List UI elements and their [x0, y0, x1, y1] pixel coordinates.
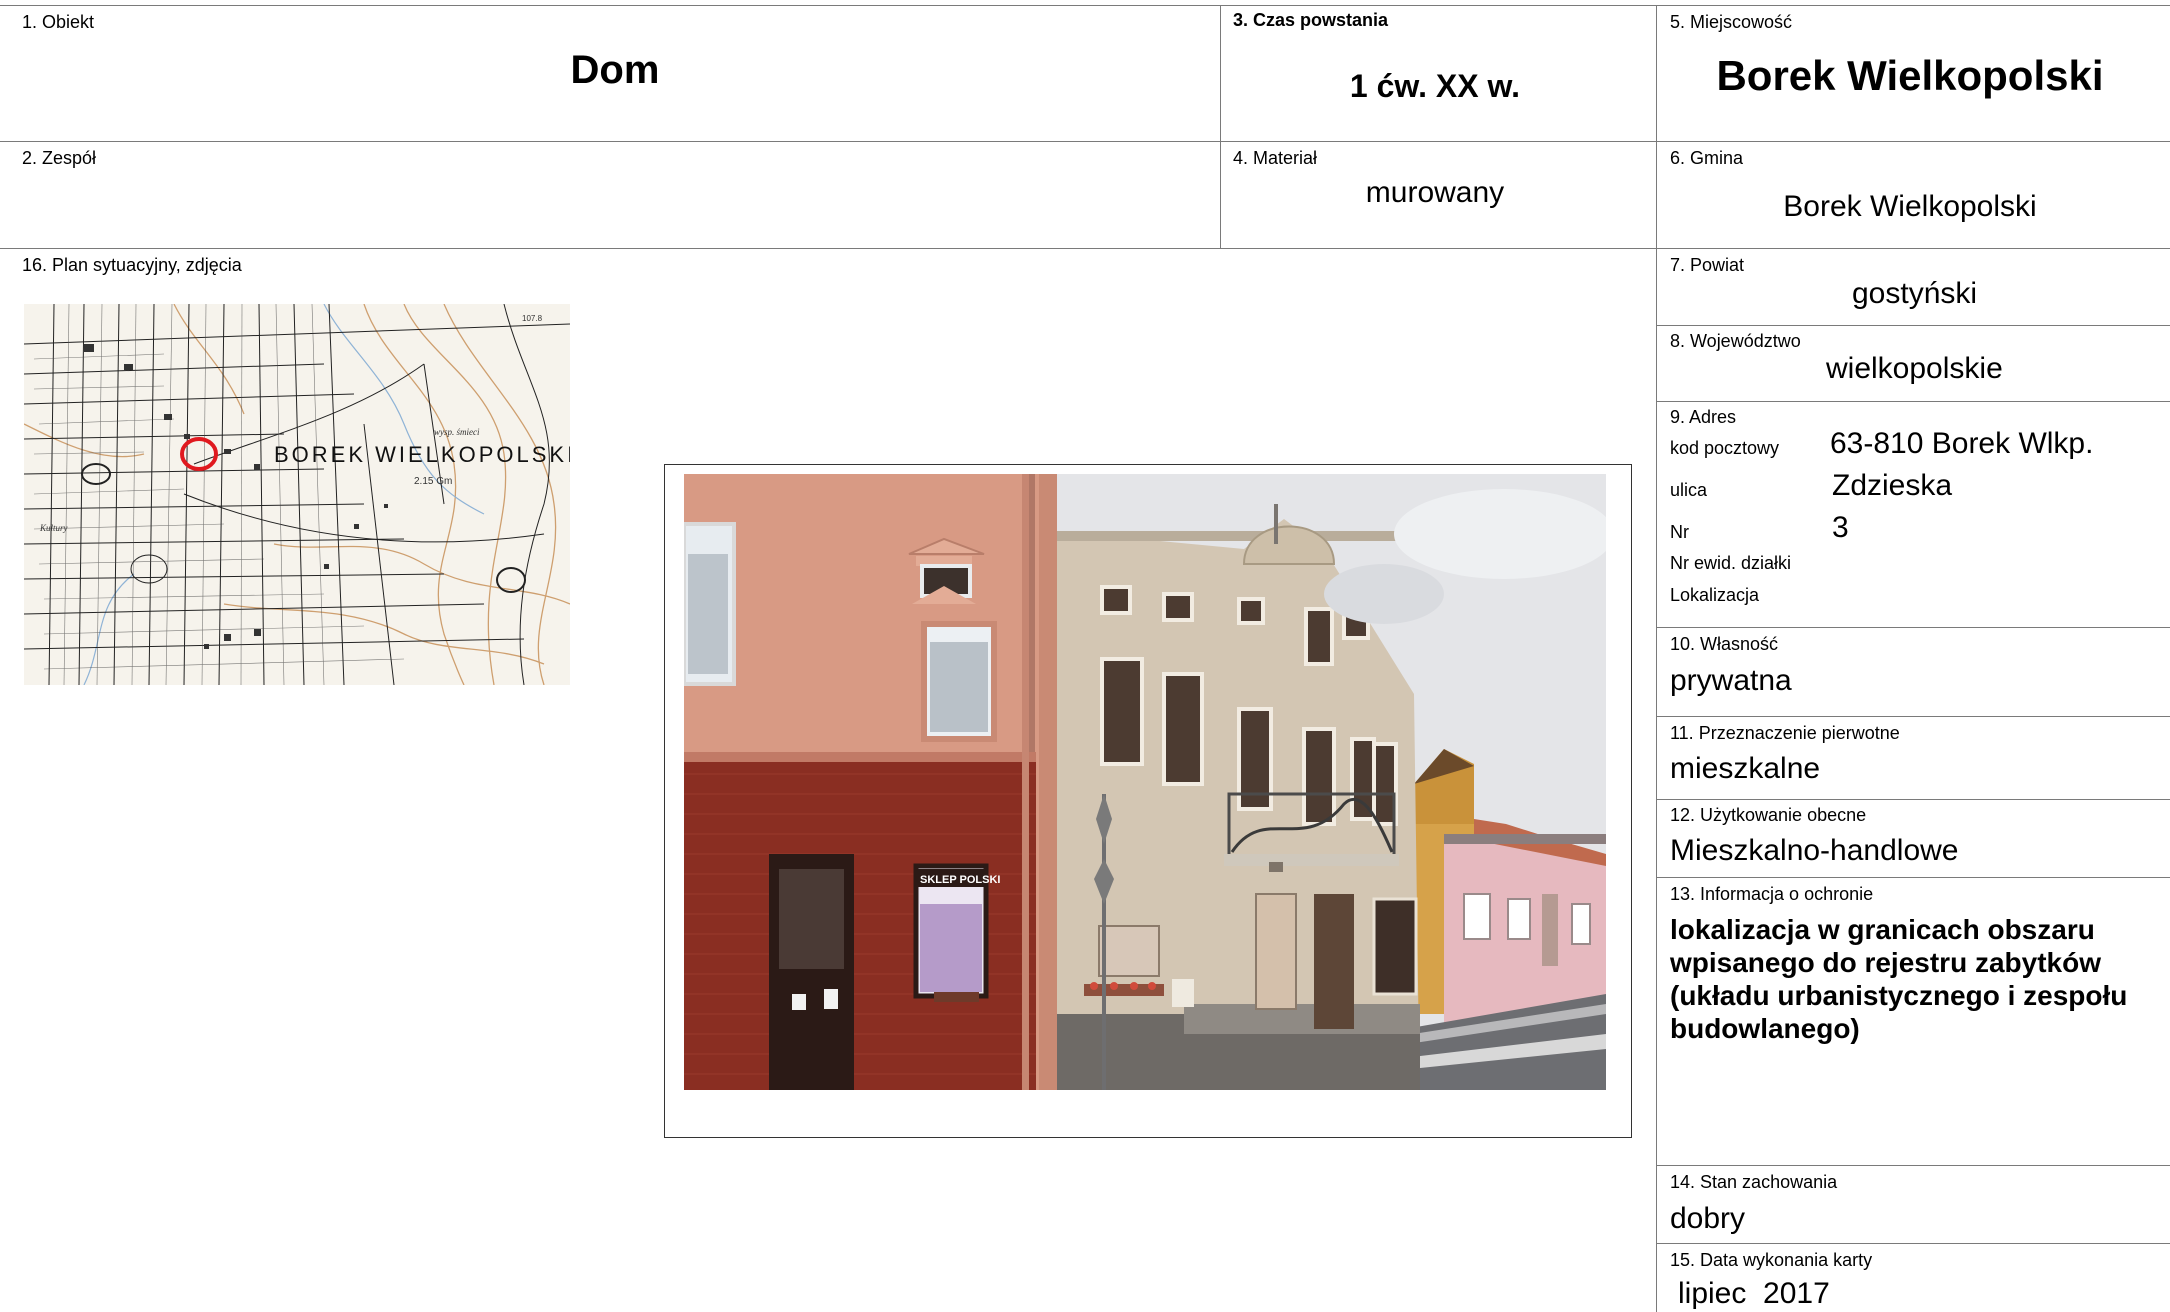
- col2-divider: [1656, 5, 1657, 1312]
- obiekt-value: Dom: [570, 48, 660, 92]
- data-value: lipiec 2017: [1678, 1277, 1830, 1310]
- ochrona-line-1: lokalizacja w granicach obszaru: [1670, 914, 2095, 945]
- nr-label: Nr: [1670, 522, 1689, 542]
- przeznaczenie-value: mieszkalne: [1670, 752, 1821, 785]
- woj-divider: [1656, 401, 2170, 402]
- adres-label: 9. Adres: [1670, 407, 1737, 427]
- powiat-label: 7. Powiat: [1670, 255, 1745, 275]
- ochrona-text: lokalizacja w granicach obszaru wpisaneg…: [1670, 913, 2127, 1045]
- uzytkowanie-label: 12. Użytkowanie obecne: [1670, 805, 1867, 825]
- kod-label: kod pocztowy: [1670, 438, 1780, 458]
- material-label: 4. Materiał: [1233, 148, 1318, 168]
- map-elev-label: 107.8: [522, 314, 543, 323]
- map-gm-label: 2.15 Gm: [414, 476, 452, 487]
- stan-label: 14. Stan zachowania: [1670, 1172, 1838, 1192]
- powiat-divider: [1656, 325, 2170, 326]
- wojewodztwo-label: 8. Województwo: [1670, 331, 1801, 351]
- uzytkowanie-divider: [1656, 877, 2170, 878]
- obiekt-label: 1. Obiekt: [22, 12, 95, 32]
- ulica-label: ulica: [1670, 480, 1708, 500]
- plan-label: 16. Plan sytuacyjny, zdjęcia: [22, 255, 242, 275]
- nr-value: 3: [1832, 511, 1849, 544]
- czas-label: 3. Czas powstania: [1233, 10, 1389, 30]
- col1-divider: [1220, 5, 1221, 248]
- ochrona-line-2: wpisanego do rejestru zabytków: [1670, 947, 2101, 978]
- ulica-value: Zdzieska: [1832, 469, 1953, 502]
- czas-value: 1 ćw. XX w.: [1349, 68, 1521, 104]
- map-town-label: BOREK WIELKOPOLSKI: [274, 442, 570, 467]
- wlasnosc-divider: [1656, 716, 2170, 717]
- kod-value: 63-810 Borek Wlkp.: [1830, 427, 2094, 460]
- stan-value: dobry: [1670, 1202, 1746, 1235]
- building-photo: SKLEP POLSKI: [684, 474, 1606, 1090]
- przeznaczenie-divider: [1656, 799, 2170, 800]
- gmina-value: Borek Wielkopolski: [1783, 190, 2037, 223]
- ochrona-divider: [1656, 1165, 2170, 1166]
- gmina-label: 6. Gmina: [1670, 148, 1744, 168]
- stan-divider: [1656, 1243, 2170, 1244]
- shop-sign: SKLEP POLSKI: [920, 874, 1000, 886]
- row2-divider: [0, 248, 2170, 249]
- wlasnosc-label: 10. Własność: [1670, 634, 1779, 654]
- miejscowosc-value: Borek Wielkopolski: [1716, 52, 2104, 99]
- map-kultury-label: Kultury: [39, 523, 68, 533]
- dzialka-label: Nr ewid. działki: [1670, 553, 1792, 573]
- ochrona-label: 13. Informacja o ochronie: [1670, 884, 1874, 904]
- przeznaczenie-label: 11. Przeznaczenie pierwotne: [1670, 723, 1900, 743]
- adres-divider: [1656, 627, 2170, 628]
- top-border: [0, 5, 2170, 6]
- wlasnosc-value: prywatna: [1670, 664, 1792, 697]
- row1-divider: [0, 141, 2170, 142]
- material-value: murowany: [1365, 176, 1505, 209]
- miejscowosc-label: 5. Miejscowość: [1670, 12, 1793, 32]
- ochrona-line-4: budowlanego): [1670, 1013, 1860, 1044]
- data-label: 15. Data wykonania karty: [1670, 1250, 1873, 1270]
- map-wysp-label: wysp. śmieci: [434, 427, 480, 437]
- zespol-label: 2. Zespół: [22, 148, 97, 168]
- situation-map: BOREK WIELKOPOLSKI wysp. śmieci 2.15 Gm …: [24, 304, 570, 685]
- powiat-value: gostyński: [1852, 277, 1978, 310]
- wojewodztwo-value: wielkopolskie: [1826, 352, 2003, 385]
- uzytkowanie-value: Mieszkalno-handlowe: [1670, 834, 1959, 867]
- lokalizacja-label: Lokalizacja: [1670, 585, 1760, 605]
- ochrona-line-3: (układu urbanistycznego i zespołu: [1670, 980, 2128, 1011]
